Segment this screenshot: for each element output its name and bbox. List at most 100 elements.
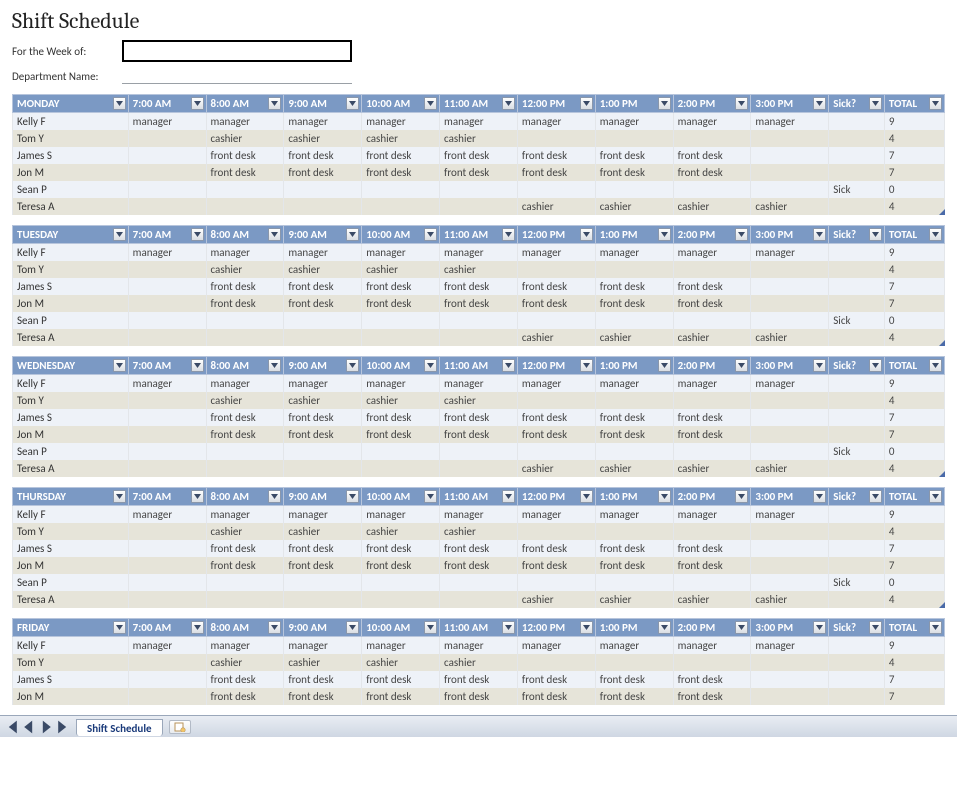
sick-cell[interactable]: Sick — [829, 443, 885, 460]
time-header[interactable]: 3:00 PM — [751, 226, 829, 244]
employee-name-cell[interactable]: Jon M — [13, 426, 129, 443]
shift-cell[interactable]: front desk — [440, 147, 518, 164]
shift-cell[interactable]: manager — [517, 244, 595, 262]
sick-cell[interactable] — [829, 295, 885, 312]
shift-cell[interactable]: manager — [517, 113, 595, 131]
filter-dropdown-icon[interactable] — [580, 97, 593, 110]
filter-dropdown-icon[interactable] — [268, 621, 281, 634]
sheet-nav-last-icon[interactable] — [55, 719, 71, 735]
shift-cell[interactable]: cashier — [206, 130, 284, 147]
total-cell[interactable]: 9 — [884, 113, 944, 131]
shift-cell[interactable]: manager — [128, 244, 206, 262]
time-header[interactable]: 7:00 AM — [128, 619, 206, 637]
time-header[interactable]: 2:00 PM — [673, 226, 751, 244]
filter-dropdown-icon[interactable] — [424, 490, 437, 503]
shift-cell[interactable] — [206, 329, 284, 346]
shift-cell[interactable]: cashier — [362, 130, 440, 147]
shift-cell[interactable]: manager — [673, 506, 751, 524]
shift-cell[interactable] — [362, 198, 440, 215]
employee-name-cell[interactable]: Kelly F — [13, 637, 129, 655]
shift-cell[interactable] — [751, 312, 829, 329]
shift-cell[interactable]: front desk — [362, 164, 440, 181]
shift-cell[interactable]: front desk — [440, 409, 518, 426]
shift-cell[interactable]: cashier — [673, 460, 751, 477]
total-cell[interactable]: 4 — [884, 130, 944, 147]
shift-cell[interactable]: cashier — [440, 523, 518, 540]
time-header[interactable]: 2:00 PM — [673, 357, 751, 375]
filter-dropdown-icon[interactable] — [424, 228, 437, 241]
shift-cell[interactable]: cashier — [284, 654, 362, 671]
shift-cell[interactable]: cashier — [517, 591, 595, 608]
shift-cell[interactable]: manager — [673, 637, 751, 655]
shift-cell[interactable] — [440, 574, 518, 591]
shift-cell[interactable]: front desk — [595, 540, 673, 557]
shift-cell[interactable] — [440, 198, 518, 215]
sheet-nav-first-icon[interactable] — [4, 719, 20, 735]
time-header[interactable]: 12:00 PM — [517, 488, 595, 506]
employee-name-cell[interactable]: Tom Y — [13, 654, 129, 671]
employee-name-cell[interactable]: Tom Y — [13, 261, 129, 278]
employee-name-cell[interactable]: Teresa A — [13, 591, 129, 608]
shift-cell[interactable]: front desk — [595, 147, 673, 164]
shift-cell[interactable]: manager — [595, 375, 673, 393]
shift-cell[interactable] — [206, 198, 284, 215]
shift-cell[interactable]: cashier — [440, 130, 518, 147]
shift-cell[interactable]: manager — [206, 506, 284, 524]
filter-dropdown-icon[interactable] — [191, 97, 204, 110]
sick-header[interactable]: Sick? — [829, 226, 885, 244]
shift-cell[interactable] — [128, 671, 206, 688]
filter-dropdown-icon[interactable] — [191, 490, 204, 503]
filter-dropdown-icon[interactable] — [813, 621, 826, 634]
shift-cell[interactable]: manager — [673, 113, 751, 131]
filter-dropdown-icon[interactable] — [813, 490, 826, 503]
shift-cell[interactable] — [362, 443, 440, 460]
filter-dropdown-icon[interactable] — [424, 621, 437, 634]
filter-dropdown-icon[interactable] — [268, 97, 281, 110]
sick-cell[interactable] — [829, 523, 885, 540]
shift-cell[interactable] — [128, 261, 206, 278]
filter-dropdown-icon[interactable] — [346, 97, 359, 110]
time-header[interactable]: 9:00 AM — [284, 357, 362, 375]
shift-cell[interactable] — [673, 130, 751, 147]
shift-cell[interactable] — [751, 671, 829, 688]
shift-cell[interactable]: manager — [362, 244, 440, 262]
employee-name-cell[interactable]: Jon M — [13, 688, 129, 705]
filter-dropdown-icon[interactable] — [658, 359, 671, 372]
shift-cell[interactable]: front desk — [206, 147, 284, 164]
shift-cell[interactable]: cashier — [517, 460, 595, 477]
employee-name-cell[interactable]: James S — [13, 147, 129, 164]
shift-cell[interactable]: front desk — [284, 540, 362, 557]
time-header[interactable]: 8:00 AM — [206, 357, 284, 375]
shift-cell[interactable] — [595, 261, 673, 278]
employee-name-cell[interactable]: Jon M — [13, 295, 129, 312]
shift-cell[interactable]: front desk — [206, 295, 284, 312]
shift-cell[interactable] — [128, 130, 206, 147]
shift-cell[interactable] — [284, 443, 362, 460]
shift-cell[interactable]: cashier — [673, 329, 751, 346]
shift-cell[interactable] — [517, 181, 595, 198]
sick-header[interactable]: Sick? — [829, 488, 885, 506]
shift-cell[interactable]: front desk — [517, 147, 595, 164]
total-cell[interactable]: 4 — [884, 591, 944, 608]
shift-cell[interactable] — [751, 557, 829, 574]
sheet-tab-active[interactable]: Shift Schedule — [76, 719, 163, 736]
shift-cell[interactable]: manager — [206, 375, 284, 393]
shift-cell[interactable]: manager — [751, 637, 829, 655]
shift-cell[interactable]: front desk — [673, 688, 751, 705]
shift-cell[interactable]: front desk — [517, 278, 595, 295]
shift-cell[interactable] — [362, 312, 440, 329]
sick-cell[interactable] — [829, 164, 885, 181]
shift-cell[interactable] — [128, 181, 206, 198]
time-header[interactable]: 12:00 PM — [517, 226, 595, 244]
shift-cell[interactable]: manager — [751, 244, 829, 262]
filter-dropdown-icon[interactable] — [813, 359, 826, 372]
shift-cell[interactable]: front desk — [517, 540, 595, 557]
shift-cell[interactable]: front desk — [595, 688, 673, 705]
shift-cell[interactable] — [128, 147, 206, 164]
shift-cell[interactable]: manager — [595, 113, 673, 131]
day-header[interactable]: WEDNESDAY — [13, 357, 129, 375]
filter-dropdown-icon[interactable] — [502, 228, 515, 241]
shift-cell[interactable]: manager — [284, 637, 362, 655]
shift-cell[interactable]: cashier — [517, 198, 595, 215]
shift-cell[interactable]: front desk — [595, 278, 673, 295]
